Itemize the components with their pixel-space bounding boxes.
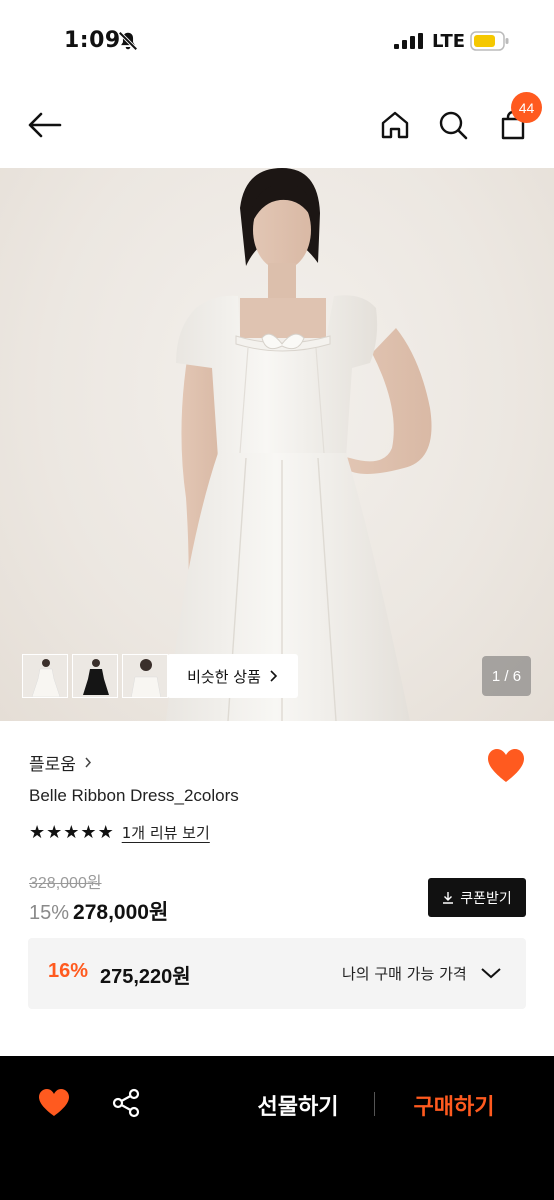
gift-button[interactable]: 선물하기 xyxy=(236,1088,360,1122)
rating-stars: ★ ★ ★ ★ ★ xyxy=(29,822,114,843)
chevron-down-icon xyxy=(481,968,501,979)
chevron-right-icon xyxy=(85,757,91,768)
status-bar: 1:09 LTE xyxy=(0,0,554,84)
bottom-action-bar: 선물하기 구매하기 xyxy=(0,1056,554,1200)
heart-icon[interactable] xyxy=(487,748,525,784)
thumbnail-strip xyxy=(22,654,168,698)
thumbnail-3[interactable] xyxy=(122,654,168,698)
divider xyxy=(374,1092,375,1116)
star-icon: ★ xyxy=(63,822,80,843)
search-icon xyxy=(439,111,468,140)
price-row: 15% 278,000원 xyxy=(29,896,168,926)
thumbnail-2[interactable] xyxy=(72,654,118,698)
back-button[interactable] xyxy=(26,108,64,142)
star-icon: ★ xyxy=(97,822,114,843)
original-price: 328,000원 xyxy=(29,875,102,892)
heart-icon[interactable] xyxy=(38,1088,70,1118)
similar-products-label: 비슷한 상품 xyxy=(187,667,261,686)
coupon-label: 쿠폰받기 xyxy=(460,890,512,907)
cart-count-badge: 44 xyxy=(511,92,542,123)
coupon-download-button[interactable]: 쿠폰받기 xyxy=(428,878,526,917)
brand-name: 플로움 xyxy=(29,755,76,775)
brand-link[interactable]: 플로움 xyxy=(29,750,92,775)
thumbnail-1[interactable] xyxy=(22,654,68,698)
my-price-panel[interactable]: 16% 275,220원 나의 구매 가능 가격 xyxy=(28,938,526,1009)
download-icon xyxy=(443,892,454,904)
product-image[interactable]: 비슷한 상품 1 / 6 xyxy=(0,168,554,721)
similar-products-button[interactable]: 비슷한 상품 xyxy=(167,654,298,698)
chevron-right-icon xyxy=(270,670,278,682)
signal-icon xyxy=(394,33,423,49)
my-price-value: 275,220원 xyxy=(100,966,191,988)
status-time: 1:09 xyxy=(64,28,121,53)
image-page-indicator: 1 / 6 xyxy=(482,656,531,696)
thumbnail-black-dress-image xyxy=(73,655,117,697)
star-icon: ★ xyxy=(46,822,63,843)
star-icon: ★ xyxy=(80,822,97,843)
thumbnail-closeup-image xyxy=(123,655,167,697)
top-nav xyxy=(0,84,554,168)
product-name: Belle Ribbon Dress_2colors xyxy=(29,786,239,805)
search-button[interactable] xyxy=(434,106,472,144)
review-link[interactable]: 1개 리뷰 보기 xyxy=(122,822,210,843)
home-button[interactable] xyxy=(376,106,414,144)
rating-row: ★ ★ ★ ★ ★ 1개 리뷰 보기 xyxy=(29,822,210,843)
share-icon[interactable] xyxy=(111,1088,141,1118)
sale-price: 278,000원 xyxy=(73,901,169,924)
bell-muted-icon xyxy=(118,31,138,51)
star-icon: ★ xyxy=(29,822,46,843)
my-price-label: 나의 구매 가능 가격 xyxy=(342,965,467,983)
arrow-left-icon xyxy=(28,112,62,138)
home-icon xyxy=(381,111,409,139)
discount-rate: 15% xyxy=(29,902,70,924)
thumbnail-white-dress-image xyxy=(23,655,67,697)
model-in-dress-image xyxy=(166,168,432,721)
battery-icon xyxy=(470,31,509,51)
network-label: LTE xyxy=(432,31,466,52)
my-discount-rate: 16% xyxy=(48,960,89,982)
buy-button[interactable]: 구매하기 xyxy=(392,1088,516,1122)
